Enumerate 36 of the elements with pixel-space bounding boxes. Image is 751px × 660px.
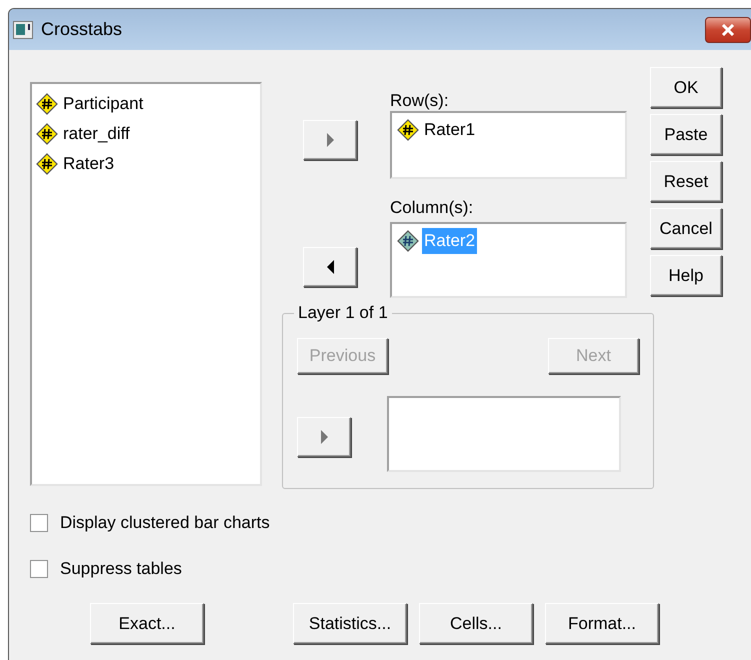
variable-item[interactable]: Participant: [36, 91, 148, 117]
scale-variable-icon: [397, 230, 419, 252]
close-button[interactable]: [705, 16, 751, 42]
checkbox[interactable]: [30, 560, 48, 578]
checkbox[interactable]: [30, 514, 48, 532]
right-triangle-icon: [324, 132, 336, 148]
variable-list[interactable]: Participant rater_diff Rater3: [30, 82, 262, 486]
scale-variable-icon: [36, 153, 58, 175]
dialog-button[interactable]: Reset: [650, 161, 722, 202]
variable-item[interactable]: rater_diff: [36, 121, 134, 147]
dialog-button[interactable]: Cancel: [650, 208, 722, 249]
dialog-button[interactable]: Paste: [650, 114, 722, 155]
scale-variable-icon: [36, 123, 58, 145]
rows-label: Row(s):: [390, 92, 450, 110]
move-button[interactable]: [303, 247, 357, 287]
dialog-button[interactable]: Cells...: [419, 603, 533, 644]
window-title: Crosstabs: [41, 19, 122, 40]
right-triangle-icon: [318, 429, 330, 445]
dialog-button[interactable]: OK: [650, 67, 722, 108]
layer-list[interactable]: [387, 396, 621, 472]
window-icon: [13, 20, 33, 38]
close-icon: [720, 24, 736, 36]
left-triangle-icon: [324, 259, 336, 275]
checkbox-label: Suppress tables: [60, 559, 182, 579]
variable-item[interactable]: Rater1: [397, 117, 620, 143]
variable-item[interactable]: Rater3: [36, 151, 118, 177]
dialog-button[interactable]: Exact...: [90, 603, 204, 644]
scale-variable-icon: [397, 119, 419, 141]
columns-label: Column(s):: [390, 199, 474, 217]
rows-list[interactable]: Rater1: [390, 111, 627, 179]
dialog-button[interactable]: Format...: [545, 603, 659, 644]
scale-variable-icon: [36, 93, 58, 115]
checkbox-label: Display clustered bar charts: [60, 513, 270, 533]
dialog-button[interactable]: Help: [650, 255, 722, 296]
group-title: Layer 1 of 1: [294, 303, 392, 323]
dialog-button[interactable]: Statistics...: [293, 603, 407, 644]
